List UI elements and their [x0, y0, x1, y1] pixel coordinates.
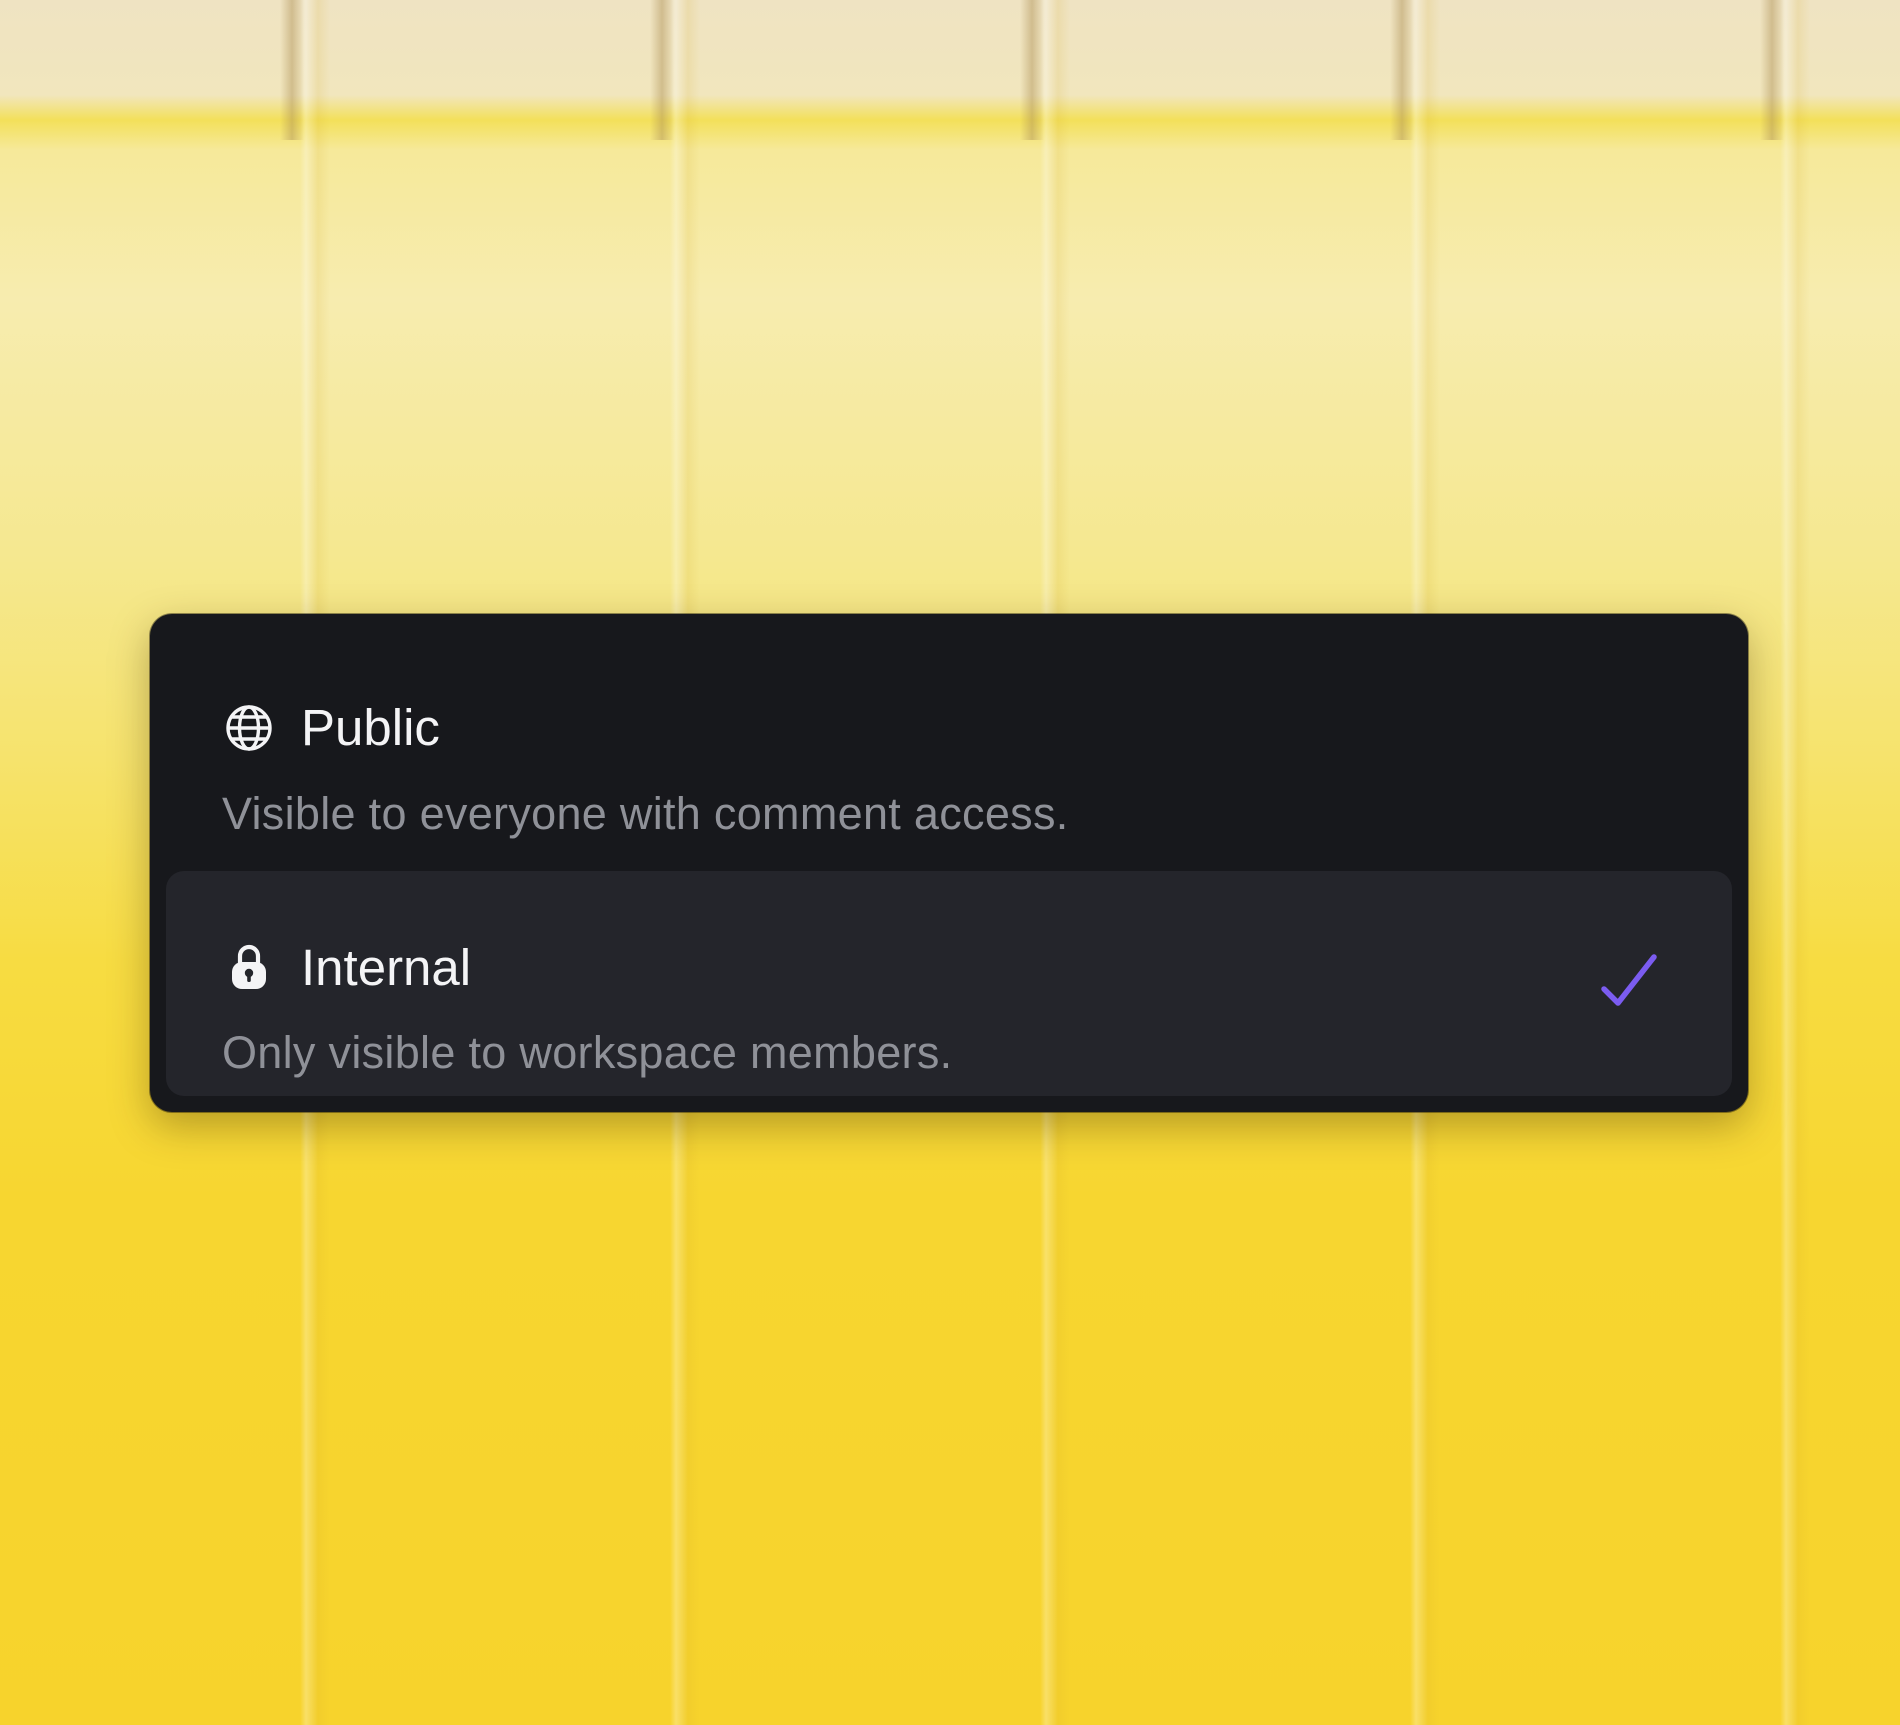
option-description: Only visible to workspace members.	[222, 1027, 953, 1078]
option-internal[interactable]: Internal Only visible to workspace membe…	[166, 871, 1732, 1096]
background-glass-rim	[0, 0, 1900, 140]
checkmark-icon	[1598, 953, 1664, 1019]
globe-icon	[223, 702, 275, 754]
option-description: Visible to everyone with comment access.	[222, 788, 1069, 839]
lock-icon	[223, 941, 275, 993]
option-title: Internal	[301, 939, 472, 996]
option-title: Public	[301, 699, 440, 756]
visibility-menu: Public Visible to everyone with comment …	[150, 614, 1748, 1112]
option-public[interactable]: Public Visible to everyone with comment …	[166, 626, 1732, 846]
